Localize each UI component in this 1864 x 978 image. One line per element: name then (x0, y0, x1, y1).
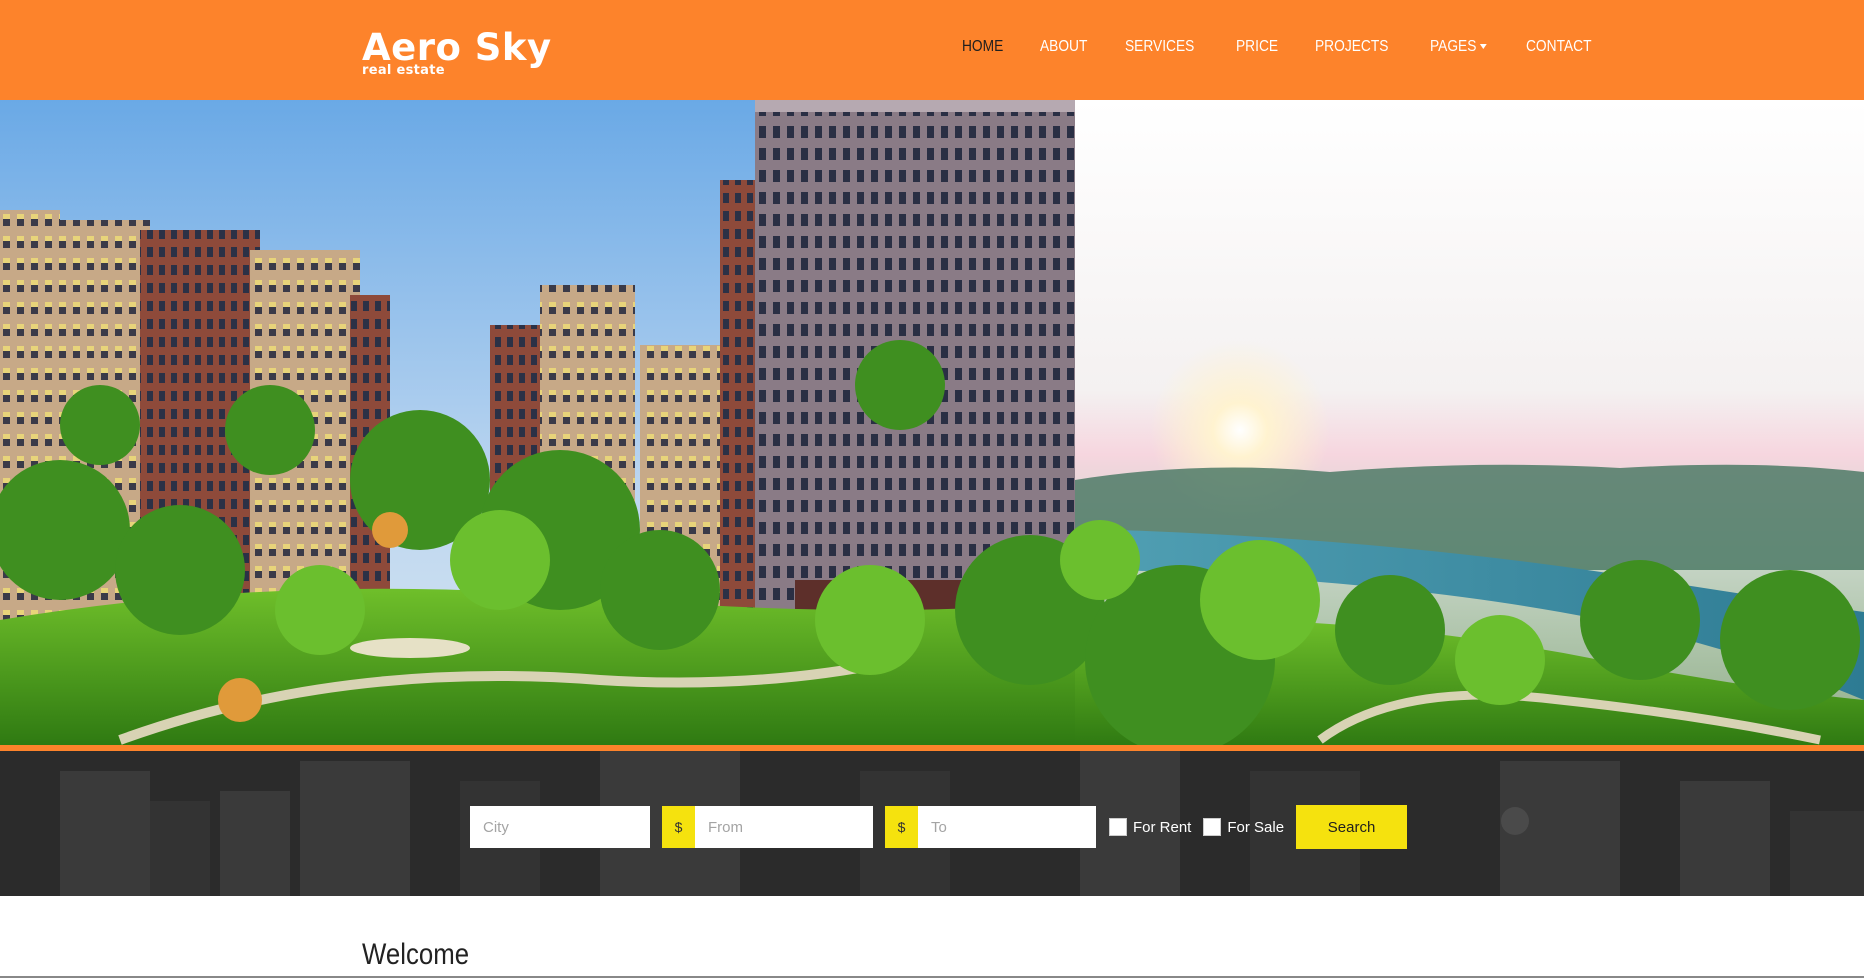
nav-item-projects[interactable]: PROJECTS (1315, 38, 1388, 56)
nav-item-pages-label: PAGES (1430, 38, 1477, 55)
nav-item-home[interactable]: HOME (962, 38, 1003, 56)
price-from-input[interactable] (695, 806, 873, 848)
city-landscape-image (0, 100, 1864, 745)
hero-image (0, 100, 1864, 745)
search-band: $ $ For Rent For Sale Search (0, 751, 1864, 896)
for-sale-checkbox[interactable] (1203, 818, 1222, 836)
for-rent-checkbox[interactable] (1109, 818, 1127, 836)
for-rent-label: For Rent (1133, 818, 1192, 836)
nav-item-about[interactable]: ABOUT (1040, 38, 1087, 56)
for-sale-option[interactable]: For Sale (1203, 818, 1284, 836)
dollar-icon: $ (662, 806, 695, 848)
search-button[interactable]: Search (1296, 805, 1408, 849)
main-nav: HOME ABOUT SERVICES PRICE PROJECTS PAGES… (962, 38, 1632, 56)
chevron-down-icon (1479, 44, 1487, 50)
welcome-heading: Welcome (362, 938, 470, 971)
property-search-form: $ $ For Rent For Sale Search (470, 805, 1408, 849)
for-sale-label: For Sale (1227, 818, 1285, 836)
logo[interactable]: Aero Sky real estate (362, 26, 552, 78)
for-rent-option[interactable]: For Rent (1109, 818, 1191, 836)
price-to-input[interactable] (918, 806, 1096, 848)
site-header: Aero Sky real estate HOME ABOUT SERVICES… (0, 0, 1864, 100)
nav-item-services[interactable]: SERVICES (1125, 38, 1194, 56)
logo-title: Aero Sky (362, 26, 552, 69)
nav-item-pages[interactable]: PAGES (1430, 38, 1487, 56)
dollar-icon: $ (885, 806, 918, 848)
nav-item-contact[interactable]: CONTACT (1526, 38, 1591, 56)
nav-item-price[interactable]: PRICE (1236, 38, 1278, 56)
city-input[interactable] (470, 806, 650, 848)
